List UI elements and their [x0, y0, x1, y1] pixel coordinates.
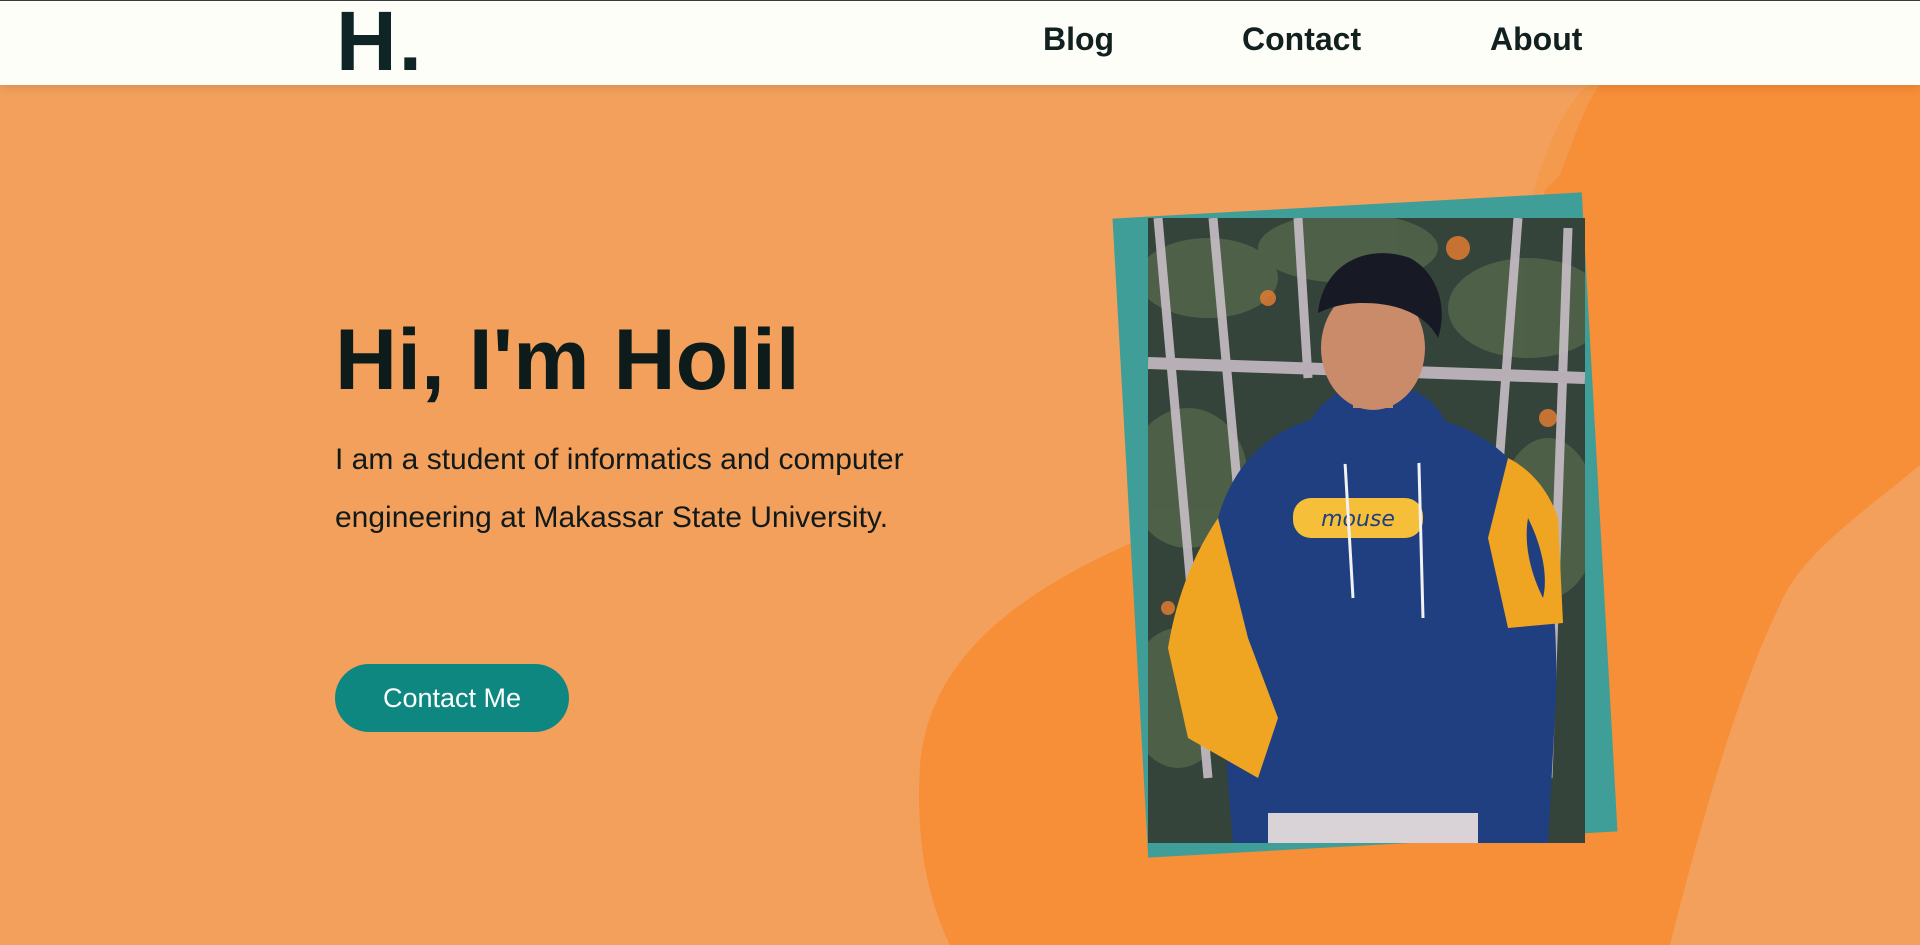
nav-link-blog[interactable]: Blog	[1043, 21, 1114, 58]
nav-link-contact[interactable]: Contact	[1242, 21, 1361, 58]
hero-heading: Hi, I'm Holil	[335, 312, 800, 408]
navbar: H. Blog Contact About	[0, 0, 1920, 85]
hero-section: Hi, I'm Holil I am a student of informat…	[0, 85, 1920, 945]
nav-link-about[interactable]: About	[1490, 21, 1582, 58]
profile-photo: mouse	[1148, 218, 1585, 843]
hero-bio: I am a student of informatics and comput…	[335, 443, 904, 534]
hoodie-print-text: mouse	[1321, 507, 1395, 532]
contact-me-button[interactable]: Contact Me	[335, 664, 569, 732]
site-logo[interactable]: H.	[336, 0, 424, 83]
